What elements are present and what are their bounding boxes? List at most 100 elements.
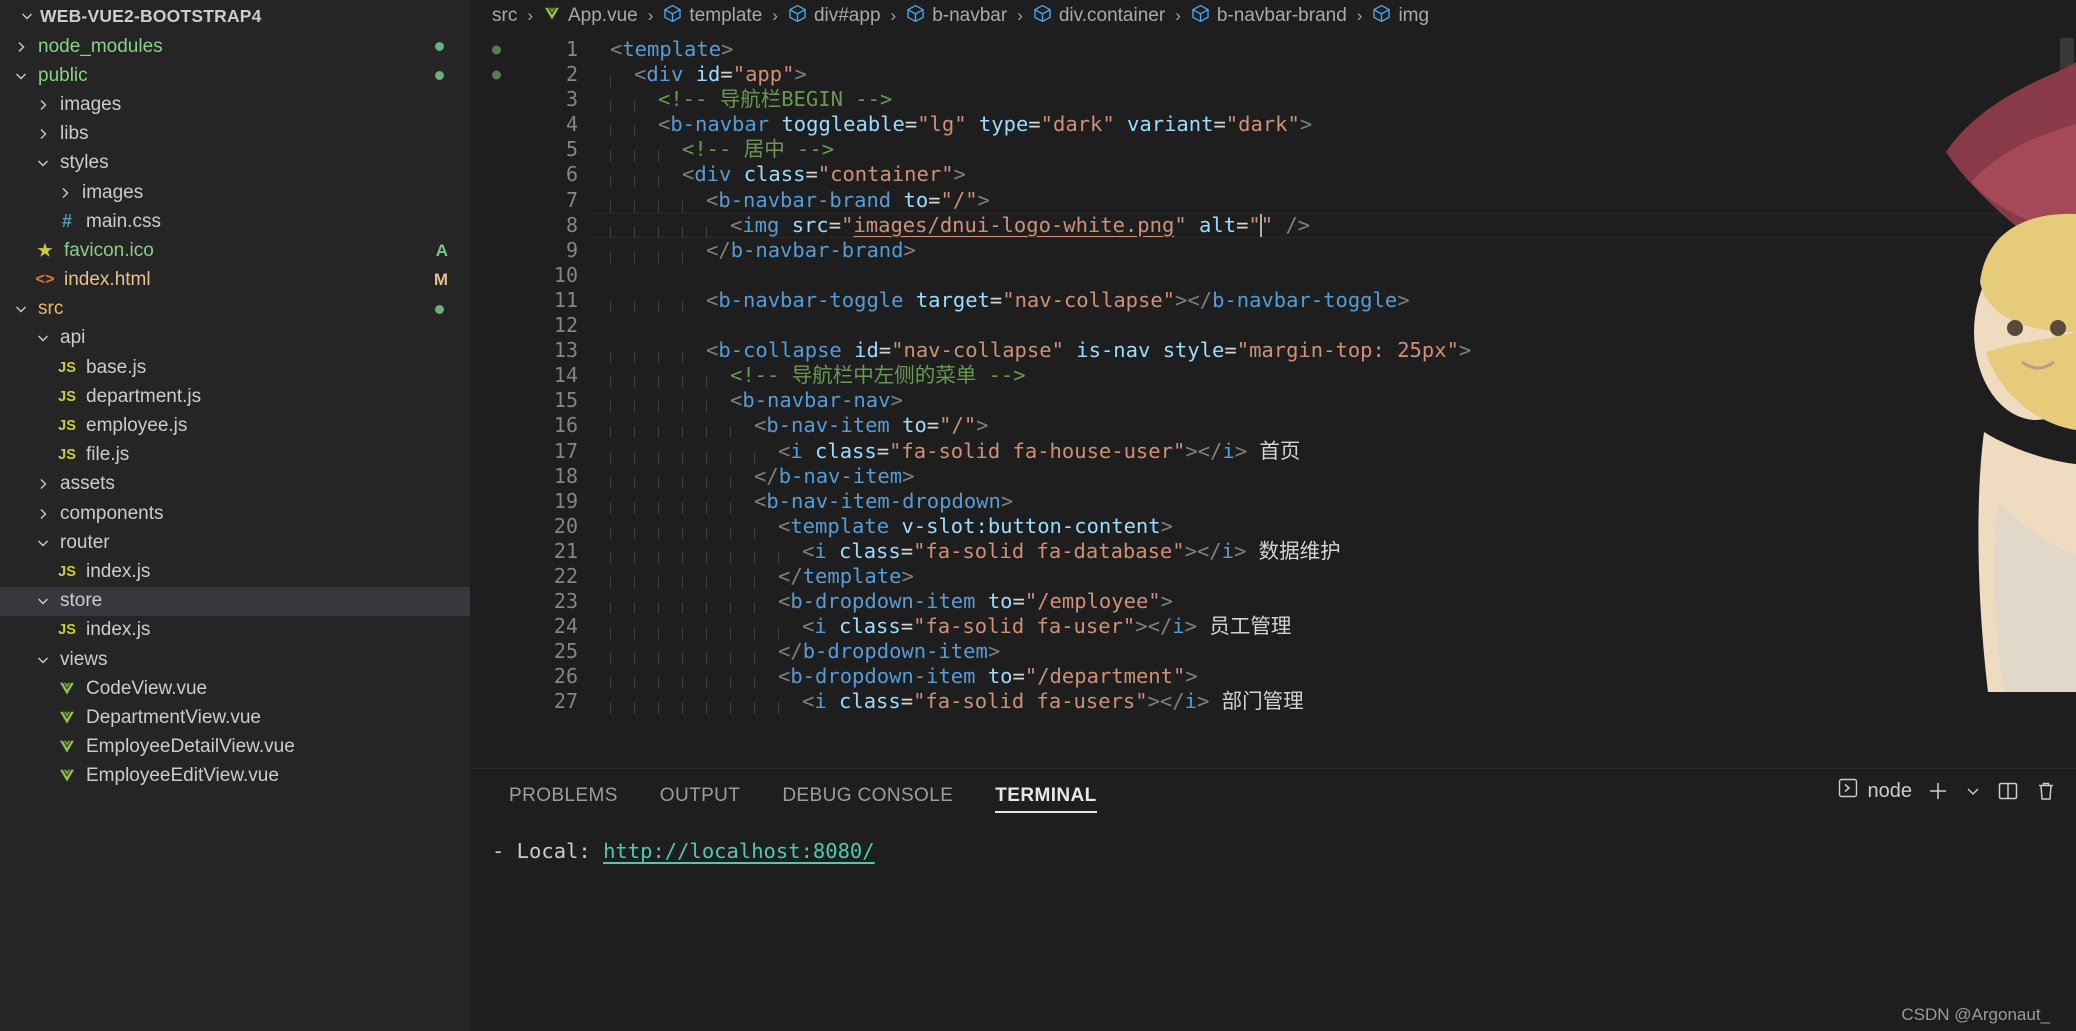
code-text[interactable]: <b-nav-item to="/"> [588,413,2050,439]
tree-folder-row[interactable]: images [0,178,470,207]
code-line[interactable]: 22 </template> [470,564,2050,589]
tree-file-row[interactable]: JS index.js [0,616,470,645]
chevron-down-icon[interactable] [32,652,54,668]
tree-file-row[interactable]: EmployeeDetailView.vue [0,733,470,762]
code-text[interactable]: </b-nav-item> [588,464,2050,489]
code-text[interactable]: <b-navbar toggleable="lg" type="dark" va… [588,112,2050,138]
code-text[interactable]: </template> [588,564,2050,589]
code-text[interactable]: </b-dropdown-item> [588,639,2050,665]
collapse-dot-icon[interactable] [492,45,501,55]
code-text[interactable]: <b-navbar-brand to="/"> [588,188,2050,213]
code-text[interactable]: <div id="app"> [588,62,2050,88]
split-terminal-button[interactable] [1996,779,2020,803]
tree-file-row[interactable]: CodeView.vue [0,674,470,703]
code-text[interactable]: <b-nav-item-dropdown> [588,489,2050,514]
terminal-dropdown-button[interactable] [1964,782,1982,800]
terminal-url-link[interactable]: http://localhost:8080/ [603,839,875,863]
code-line[interactable]: 11 <b-navbar-toggle target="nav-collapse"… [470,288,2050,313]
chevron-down-icon[interactable] [32,535,54,551]
code-text[interactable]: <!-- 导航栏中左侧的菜单 --> [588,363,2050,389]
chevron-down-icon[interactable] [10,68,32,84]
kill-terminal-button[interactable] [2034,779,2058,803]
code-line[interactable]: 10 [470,263,2050,288]
tree-folder-row[interactable]: components [0,499,470,528]
chevron-right-icon[interactable] [32,126,54,142]
chevron-down-icon[interactable] [32,330,54,346]
tree-file-row[interactable]: JS department.js [0,382,470,411]
new-terminal-button[interactable] [1926,779,1950,803]
code-line[interactable]: 23 <b-dropdown-item to="/employee"> [470,589,2050,615]
code-text[interactable]: <!-- 导航栏BEGIN --> [588,87,2050,113]
chevron-right-icon[interactable] [32,506,54,522]
code-line[interactable]: 16 <b-nav-item to="/"> [470,413,2050,439]
chevron-down-icon[interactable] [32,593,54,609]
chevron-right-icon[interactable] [32,97,54,113]
code-text[interactable]: </b-navbar-brand> [588,238,2050,263]
tree-folder-row[interactable]: assets [0,470,470,499]
tree-folder-row[interactable]: node_modules [0,32,470,61]
breadcrumb-item[interactable]: div#app [788,4,881,29]
code-line[interactable]: 13 <b-collapse id="nav-collapse" is-nav s… [470,338,2050,364]
tree-file-row[interactable]: JS file.js [0,441,470,470]
code-line[interactable]: 12 [470,313,2050,338]
breadcrumb-item[interactable]: App.vue [543,5,638,27]
chevron-right-icon[interactable] [54,185,76,201]
tree-folder-row[interactable]: libs [0,120,470,149]
code-line[interactable]: 7 <b-navbar-brand to="/"> [470,188,2050,213]
breadcrumb-item[interactable]: img [1372,4,1429,29]
breadcrumb-item[interactable]: b-navbar-brand [1191,4,1347,29]
code-line[interactable]: 24 <i class="fa-solid fa-user"></i> 员工管理 [470,614,2050,640]
chevron-right-icon[interactable] [10,39,32,55]
panel-tab[interactable]: DEBUG CONSOLE [761,769,974,823]
code-text[interactable]: <i class="fa-solid fa-database"></i> 数据维… [588,539,2050,564]
chevron-right-icon[interactable] [32,476,54,492]
code-editor[interactable]: 1 <template> 2 <div id="app"> 3 <!-- 导航栏BEGIN… [470,32,2050,768]
code-line[interactable]: 14 <!-- 导航栏中左侧的菜单 --> [470,363,2050,389]
code-text[interactable]: <b-navbar-toggle target="nav-collapse"><… [588,288,2050,313]
code-text[interactable]: <template v-slot:button-content> [588,514,2050,539]
code-line[interactable]: 21 <i class="fa-solid fa-database"></i> 数… [470,539,2050,564]
code-line[interactable]: 3 <!-- 导航栏BEGIN --> [470,87,2050,113]
workspace-root-row[interactable]: WEB-VUE2-BOOTSTRAP4 [0,0,470,32]
code-line[interactable]: 4 <b-navbar toggleable="lg" type="dark" v… [470,112,2050,138]
breadcrumb[interactable]: src › App.vue › template › div#app › b-navbar › di… [470,0,2076,32]
tree-file-row[interactable]: JS index.js [0,557,470,586]
code-text[interactable]: <!-- 居中 --> [588,137,2050,163]
code-line[interactable]: 15 <b-navbar-nav> [470,388,2050,414]
code-line[interactable]: 5 <!-- 居中 --> [470,137,2050,163]
collapse-dot-icon[interactable] [492,70,501,80]
code-line[interactable]: 25 </b-dropdown-item> [470,639,2050,665]
code-text[interactable]: <img src="images/dnui-logo-white.png" al… [588,212,2050,238]
panel-tab[interactable]: PROBLEMS [488,769,639,823]
tree-folder-row[interactable]: router [0,528,470,557]
terminal-output[interactable]: - Local: http://localhost:8080/ [470,823,2076,1031]
tree-folder-row[interactable]: views [0,645,470,674]
breadcrumb-item[interactable]: src [492,5,517,27]
tree-file-row[interactable]: JS employee.js [0,411,470,440]
code-line[interactable]: 1 <template> [470,37,2050,62]
code-text[interactable]: <b-navbar-nav> [588,388,2050,414]
editor-scrollbar[interactable] [2050,32,2076,768]
panel-tab[interactable]: TERMINAL [974,769,1117,823]
code-line[interactable]: 17 <i class="fa-solid fa-house-user"></i>… [470,439,2050,464]
panel-tab-list[interactable]: PROBLEMS OUTPUT DEBUG CONSOLE TERMINAL [470,769,2076,823]
code-text[interactable]: <b-dropdown-item to="/employee"> [588,589,2050,615]
chevron-down-icon[interactable] [10,301,32,317]
tree-file-row[interactable]: EmployeeEditView.vue [0,762,470,791]
code-line[interactable]: 9 </b-navbar-brand> [470,238,2050,263]
code-line[interactable]: 20 <template v-slot:button-content> [470,514,2050,539]
tree-folder-row[interactable]: store [0,586,470,616]
code-text[interactable]: <i class="fa-solid fa-users"></i> 部门管理 [588,689,2050,715]
chevron-down-icon[interactable] [14,8,40,24]
code-line[interactable]: 19 <b-nav-item-dropdown> [470,489,2050,514]
code-text[interactable]: <i class="fa-solid fa-user"></i> 员工管理 [588,614,2050,640]
panel-tab[interactable]: OUTPUT [639,769,762,823]
code-line[interactable]: 6 <div class="container"> [470,162,2050,188]
code-line[interactable]: 27 <i class="fa-solid fa-users"></i> 部门管理 [470,689,2050,715]
tree-file-row[interactable]: JS base.js [0,353,470,382]
tree-folder-row[interactable]: src [0,295,470,324]
chevron-down-icon[interactable] [32,155,54,171]
code-text[interactable]: <i class="fa-solid fa-house-user"></i> 首… [588,439,2050,464]
code-text[interactable]: <div class="container"> [588,162,2050,188]
breadcrumb-item[interactable]: div.container [1033,4,1165,29]
